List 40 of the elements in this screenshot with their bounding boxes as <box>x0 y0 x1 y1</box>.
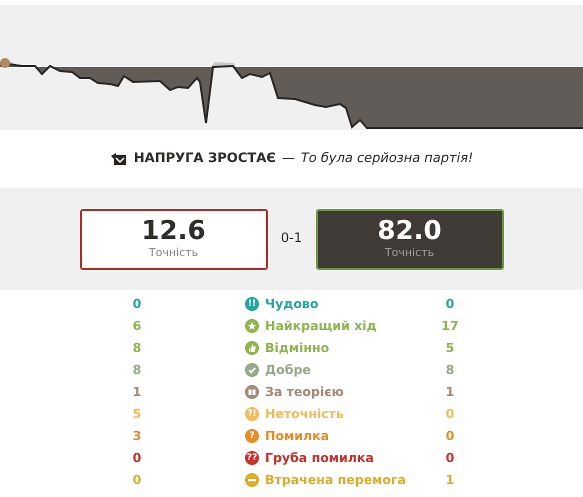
move-label: Чудово <box>265 294 318 313</box>
move-count: 0 <box>444 448 456 467</box>
move-label: Відмінно <box>265 338 330 357</box>
accuracy-value: 82.0 <box>377 216 442 245</box>
move-count: 1 <box>444 470 456 489</box>
accuracy-value: 12.6 <box>141 216 206 245</box>
move-icon: ?? <box>245 451 259 465</box>
move-count: 0 <box>444 404 456 423</box>
move-count: 5 <box>444 338 456 357</box>
move-count: 1 <box>132 382 142 401</box>
headline-title: НАПРУГА ЗРОСТАЄ <box>134 150 276 168</box>
move-count: 6 <box>132 316 142 335</box>
headline-comment: То була серйозна партія! <box>300 150 474 168</box>
move-count: 8 <box>132 360 142 379</box>
move-label: Помилка <box>265 426 330 445</box>
move-count: 1 <box>444 382 456 401</box>
move-count: 8 <box>444 360 456 379</box>
move-label: Неточність <box>265 404 344 423</box>
move-count: 17 <box>440 316 460 335</box>
game-result: 0-1 <box>280 230 304 248</box>
move-count: 8 <box>132 338 142 357</box>
move-icon: ?! <box>245 407 259 421</box>
move-label: Добре <box>265 360 311 379</box>
move-count: 0 <box>444 294 456 313</box>
headline-dash: — <box>282 150 295 168</box>
move-icon: ? <box>245 429 259 443</box>
move-label: За теорією <box>265 382 344 401</box>
accuracy-label: Точність <box>148 244 198 261</box>
move-count: 0 <box>132 294 142 313</box>
chart-trend-icon <box>110 152 128 166</box>
move-label: Найкращий хід <box>265 316 377 335</box>
move-count: 0 <box>132 470 142 489</box>
move-count: 0 <box>132 448 142 467</box>
move-label: Втрачена перемога <box>265 470 406 489</box>
move-count: 3 <box>132 426 142 445</box>
move-label: Груба помилка <box>265 448 374 467</box>
move-count: 0 <box>444 426 456 445</box>
move-count: 5 <box>132 404 142 423</box>
move-icon: !! <box>245 297 259 311</box>
accuracy-label: Точність <box>384 244 434 261</box>
